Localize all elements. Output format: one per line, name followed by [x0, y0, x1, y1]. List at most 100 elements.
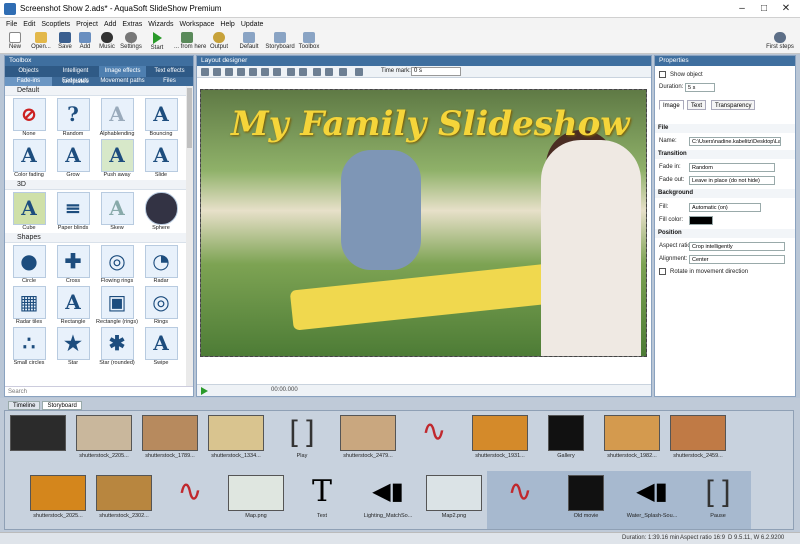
effect-slide[interactable]: A Slide	[139, 139, 183, 178]
effect-flowing-rings[interactable]: ◎ Flowing rings	[95, 245, 139, 284]
storyboard-item[interactable]: [ ] Pause	[685, 471, 751, 529]
subtab-movement-paths[interactable]: Movement paths	[99, 77, 146, 86]
slide-canvas[interactable]: My Family Slideshow	[200, 89, 647, 357]
effect-random[interactable]: ? Random	[51, 98, 95, 137]
scrollbar-thumb[interactable]	[187, 88, 192, 148]
effect-rectangle[interactable]: A Rectangle	[51, 286, 95, 325]
storyboard-item[interactable]: shutterstock_1982...	[599, 411, 665, 469]
storyboard-item[interactable]: shutterstock_2205...	[71, 411, 137, 469]
menu-update[interactable]: Update	[241, 21, 264, 28]
effect-radar[interactable]: ◔ Radar	[139, 245, 183, 284]
effect-rectangle-rings[interactable]: ▣ Rectangle (rings)	[95, 286, 139, 325]
storyboard-item[interactable]: shutterstock_2459...	[665, 411, 731, 469]
tab-storyboard[interactable]: Storyboard	[42, 401, 82, 410]
select-tool-icon[interactable]	[201, 68, 209, 76]
effect-color-fading[interactable]: A Color fading	[7, 139, 51, 178]
effect-skew[interactable]: A Skew	[95, 192, 139, 231]
effect-none[interactable]: ⊘ None	[7, 98, 51, 137]
section-shapes[interactable]: Shapes	[5, 233, 186, 243]
effect-alphablending[interactable]: A Alphablending	[95, 98, 139, 137]
subtab-fade-outs[interactable]: Fade-outs	[52, 77, 99, 86]
rotate-checkbox[interactable]	[659, 268, 666, 275]
toolbox-search-input[interactable]: Search	[5, 386, 193, 396]
play-from-here-button[interactable]: ... from here	[174, 32, 206, 53]
effect-small-circles[interactable]: ∴ Small circles	[7, 327, 51, 366]
tab-image[interactable]: Image	[659, 100, 684, 110]
toolbox-scrollbar[interactable]	[186, 86, 193, 386]
tab-text-effects[interactable]: Text effects	[146, 66, 193, 77]
storyboard-item[interactable]: shutterstock_2479...	[335, 411, 401, 469]
storyboard-item[interactable]: Gallery	[533, 411, 599, 469]
tab-intelligent-templates[interactable]: Intelligent templates	[52, 66, 99, 85]
menu-extras[interactable]: Extras	[122, 21, 142, 28]
effect-paper-blinds[interactable]: ≡ Paper blinds	[51, 192, 95, 231]
camera-tool-icon[interactable]	[287, 68, 295, 76]
storyboard-item[interactable]: ∿	[157, 471, 223, 529]
effect-circle[interactable]: ● Circle	[7, 245, 51, 284]
section-3d[interactable]: 3D	[5, 180, 186, 190]
effect-cube[interactable]: A Cube	[7, 192, 51, 231]
new-button[interactable]: New	[2, 32, 28, 53]
effect-grow[interactable]: A Grow	[51, 139, 95, 178]
start-button[interactable]: Start	[144, 32, 170, 53]
menu-add[interactable]: Add	[104, 21, 116, 28]
music-button[interactable]: Music	[94, 32, 120, 53]
show-object-checkbox[interactable]	[659, 71, 666, 78]
effect-rings[interactable]: ◎ Rings	[139, 286, 183, 325]
storyboard-item[interactable]: T Text	[289, 471, 355, 529]
section-default[interactable]: Default	[5, 86, 186, 96]
name-input[interactable]: C:\Users\nadine.kabelitz\Desktop\Lan	[689, 137, 781, 146]
menu-scoptlets[interactable]: Scoptlets	[41, 21, 70, 28]
center-tool-icon[interactable]	[273, 68, 281, 76]
menu-wizards[interactable]: Wizards	[148, 21, 173, 28]
align-tool-icon[interactable]	[225, 68, 233, 76]
menu-workspace[interactable]: Workspace	[180, 21, 215, 28]
tab-timeline[interactable]: Timeline	[8, 401, 41, 410]
zoom-tool-icon[interactable]	[237, 68, 245, 76]
preview-play-icon[interactable]	[201, 387, 208, 395]
tab-image-effects[interactable]: Image effects	[99, 66, 146, 77]
time-mark-input[interactable]: 0 s	[411, 67, 461, 76]
settings-button[interactable]: Settings	[118, 32, 144, 53]
storyboard-item[interactable]: [ ] Play	[269, 411, 335, 469]
fill-select[interactable]: Automatic (on)	[689, 203, 761, 212]
storyboard-item[interactable]	[5, 411, 71, 469]
effect-star-rounded[interactable]: ✱ Star (rounded)	[95, 327, 139, 366]
effect-bouncing[interactable]: A Bouncing	[139, 98, 183, 137]
grid-tool-icon[interactable]	[213, 68, 221, 76]
effect-radar-tiles[interactable]: ▦ Radar tiles	[7, 286, 51, 325]
slide-title-text[interactable]: My Family Slideshow	[231, 104, 630, 144]
storyboard-layout-button[interactable]: Storyboard	[264, 32, 296, 53]
storyboard-item[interactable]: ∿	[401, 411, 467, 469]
duration-input[interactable]: 5 s	[685, 83, 715, 92]
minimize-button[interactable]: –	[734, 2, 750, 16]
menu-edit[interactable]: Edit	[23, 21, 35, 28]
menu-project[interactable]: Project	[76, 21, 98, 28]
storyboard-item[interactable]: shutterstock_2302...	[91, 471, 157, 529]
storyboard-item[interactable]: shutterstock_1789...	[137, 411, 203, 469]
subtab-fade-ins[interactable]: Fade-ins	[5, 77, 52, 86]
storyboard-item[interactable]: Map2.png	[421, 471, 487, 529]
alignment-select[interactable]: Center	[689, 255, 785, 264]
storyboard-item[interactable]: shutterstock_1334...	[203, 411, 269, 469]
subtab-files[interactable]: Files	[146, 77, 193, 86]
aspect-ratio-select[interactable]: Crop intelligently	[689, 242, 785, 251]
fade-in-select[interactable]: Random	[689, 163, 775, 172]
default-layout-button[interactable]: Default	[236, 32, 262, 53]
maximize-button[interactable]: □	[756, 2, 772, 16]
snap-tool-icon[interactable]	[261, 68, 269, 76]
menu-file[interactable]: File	[6, 21, 17, 28]
crop-tool-icon[interactable]	[299, 68, 307, 76]
storyboard-item[interactable]: ◀▮ Water_Splash-Sou...	[619, 471, 685, 529]
storyboard-item[interactable]: shutterstock_2025...	[25, 471, 91, 529]
toolbox-layout-button[interactable]: Toolbox	[296, 32, 322, 53]
effect-cross[interactable]: ✚ Cross	[51, 245, 95, 284]
plus-tool-icon[interactable]	[313, 68, 321, 76]
effect-push-away[interactable]: A Push away	[95, 139, 139, 178]
effect-star[interactable]: ★ Star	[51, 327, 95, 366]
storyboard-item[interactable]: shutterstock_1931...	[467, 411, 533, 469]
fit-tool-icon[interactable]	[339, 68, 347, 76]
frame-tool-icon[interactable]	[249, 68, 257, 76]
storyboard-item[interactable]: ◀▮ Lighting_MatchSo...	[355, 471, 421, 529]
first-steps-button[interactable]: First steps	[764, 32, 796, 53]
